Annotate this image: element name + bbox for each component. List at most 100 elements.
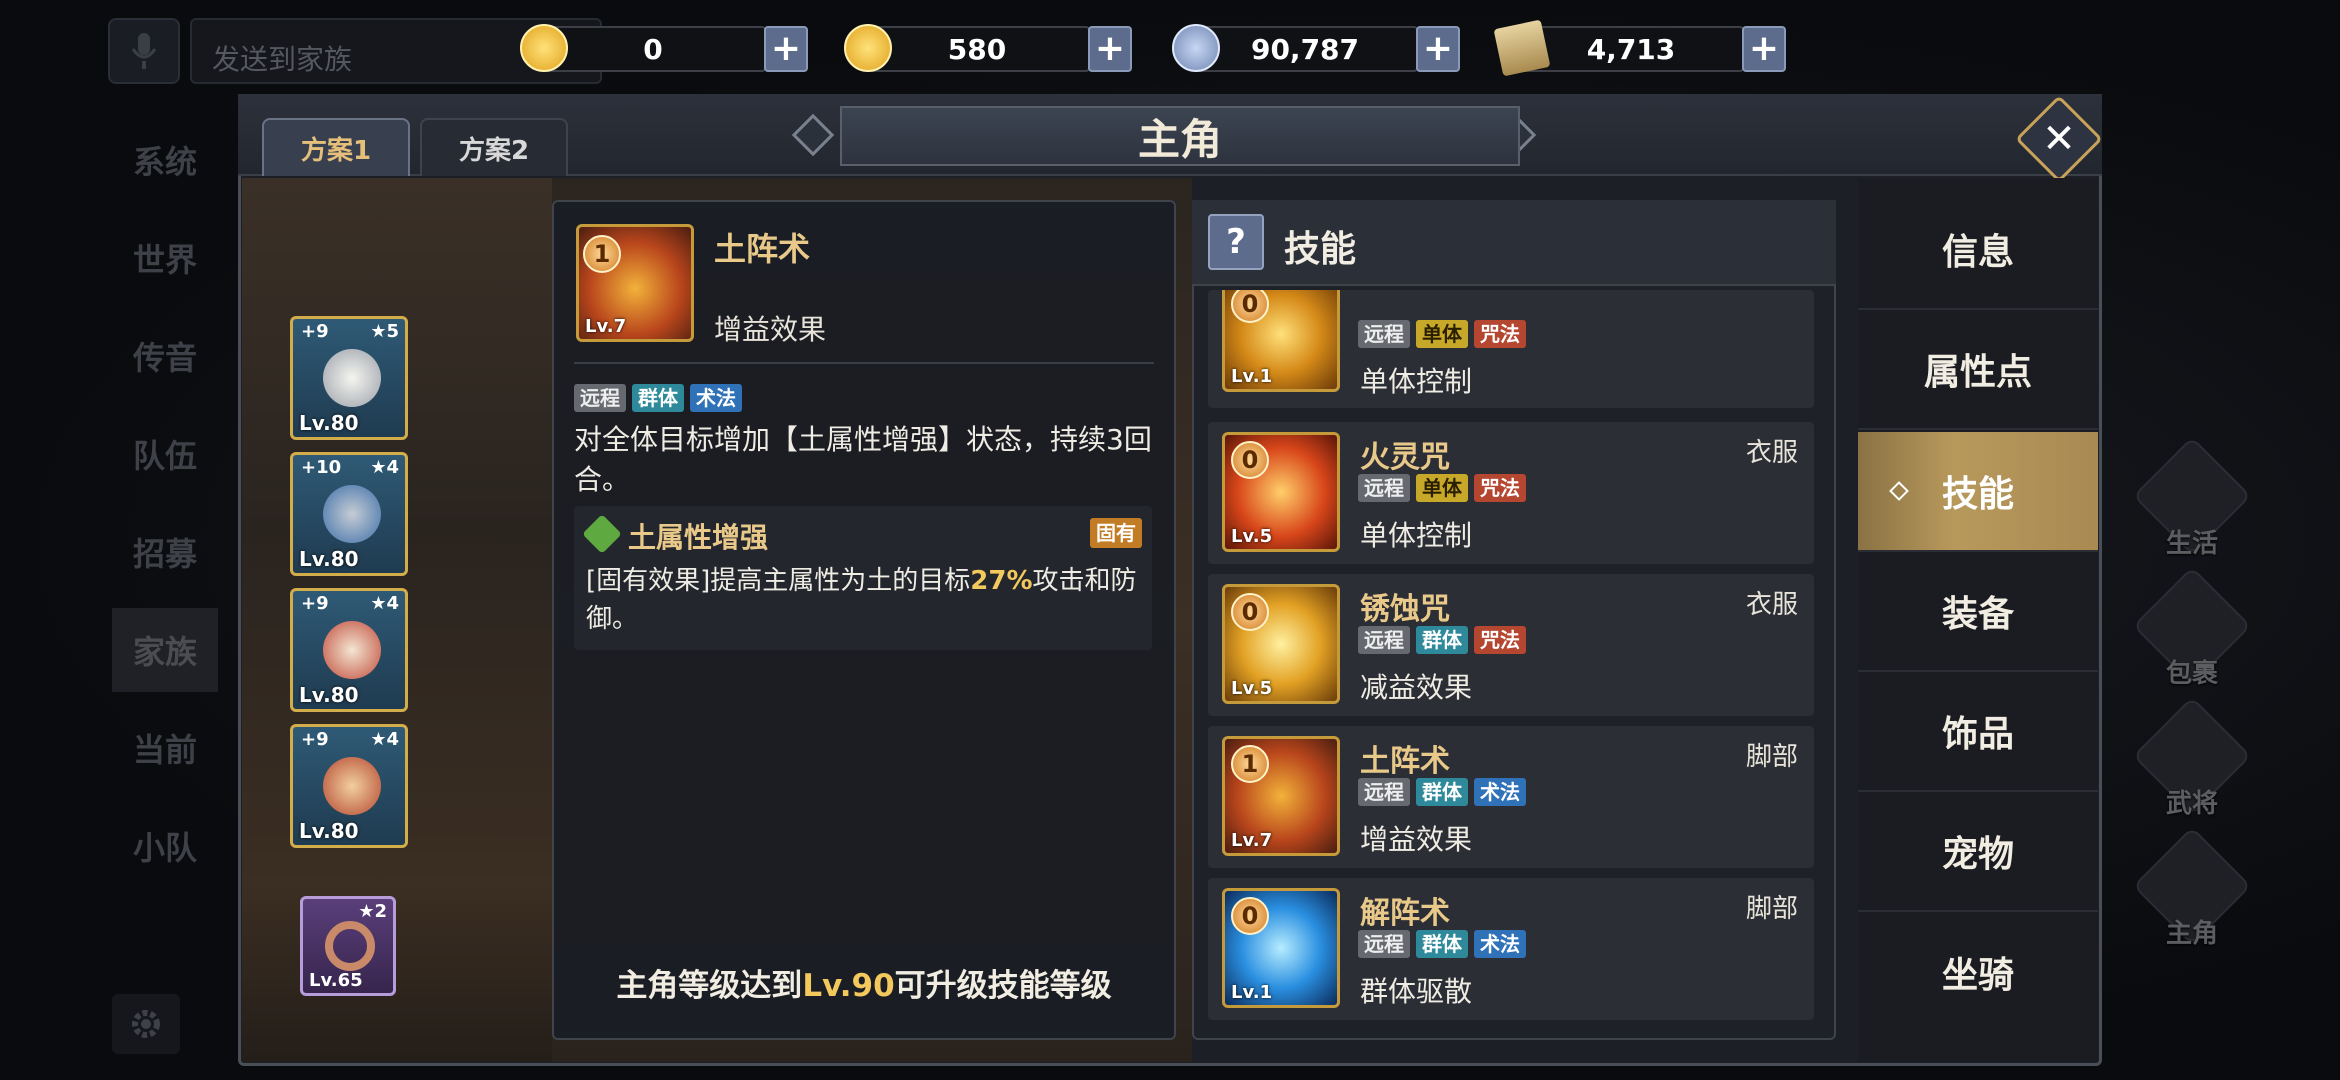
item-level: Lv.80	[299, 547, 359, 571]
add-bound-gold-button[interactable]: +	[1088, 26, 1132, 72]
bound-coin-icon	[844, 24, 892, 72]
buff-text: [固有效果]提高主属性为土的目标	[586, 566, 971, 596]
skill-level: Lv.1	[1231, 366, 1273, 387]
skill-name: 锈蚀咒	[1360, 592, 1450, 627]
channel-recruit[interactable]: 招募	[112, 510, 218, 594]
dock-label: 武将	[2165, 789, 2218, 819]
skill-effect: 减益效果	[1360, 671, 1473, 704]
skill-tags: 远程 群体 术法	[1358, 930, 1532, 958]
tag-target: 群体	[632, 384, 684, 412]
menu-pets[interactable]: 宠物	[1858, 792, 2098, 912]
skill-level: Lv.5	[1231, 678, 1273, 699]
channel-whisper[interactable]: 传音	[112, 314, 218, 398]
upgrade-requirement: 主角等级达到Lv.90可升级技能等级	[552, 960, 1176, 1005]
menu-attribute-points[interactable]: 属性点	[1858, 310, 2098, 430]
skill-slot: 脚部	[1745, 894, 1798, 924]
channel-clan[interactable]: 家族	[112, 608, 218, 692]
dispel-formation-icon: 0 Lv.1	[1222, 888, 1340, 1008]
requirement-text: 主角等级达到	[616, 968, 803, 1004]
skill-row-earth[interactable]: 1 Lv.7 土阵术 脚部 远程 群体 术法 增益效果	[1208, 726, 1814, 868]
close-icon[interactable]: ✕	[2028, 108, 2090, 170]
channel-system[interactable]: 系统	[112, 118, 218, 202]
requirement-text: 可升级技能等级	[894, 968, 1112, 1004]
item-level: Lv.80	[299, 819, 359, 843]
buff-value: 27%	[970, 566, 1033, 596]
tag-range: 远程	[574, 384, 626, 412]
dock-bag[interactable]: 包裹	[2132, 566, 2252, 690]
settings-button[interactable]	[112, 994, 180, 1054]
channel-team[interactable]: 队伍	[112, 412, 218, 496]
equipment-slot-helmet[interactable]: +10 ★4 Lv.80	[290, 452, 408, 576]
voice-button[interactable]	[108, 18, 180, 84]
add-gold-button[interactable]: +	[764, 26, 808, 72]
wind-spell-icon: 0 Lv.1	[1222, 290, 1340, 392]
skill-name: 土阵术	[1360, 744, 1450, 779]
page-title: 主角	[840, 106, 1520, 166]
star-count: ★4	[370, 593, 399, 614]
menu-accessories[interactable]: 饰品	[1858, 672, 2098, 792]
fire-spell-icon: 0 Lv.5	[1222, 432, 1340, 552]
enhance-level: +9	[301, 593, 329, 614]
skill-points-orb: 0	[1231, 593, 1269, 631]
skill-tags: 远程 群体 咒法	[1358, 626, 1532, 654]
skill-slot: 衣服	[1745, 438, 1798, 468]
gold-coin-icon	[520, 24, 568, 72]
microphone-icon	[131, 33, 157, 69]
channel-squad[interactable]: 小队	[112, 804, 218, 888]
add-silver-button[interactable]: +	[1416, 26, 1460, 72]
earth-formation-icon: 1 Lv.7	[1222, 736, 1340, 856]
tab-plan-1[interactable]: 方案1	[262, 118, 410, 176]
silver-coin-icon	[1172, 24, 1220, 72]
tag-target: 群体	[1416, 626, 1468, 654]
equipment-slot-weapon[interactable]: +9 ★5 Lv.80	[290, 316, 408, 440]
skill-row-wind[interactable]: 0 Lv.1 远程 单体 咒法 单体控制	[1208, 290, 1814, 408]
skill-points-orb: 0	[1231, 441, 1269, 479]
tab-plan-2[interactable]: 方案2	[420, 118, 568, 176]
dock-protagonist[interactable]: 主角	[2132, 826, 2252, 950]
dock-label: 包裹	[2165, 659, 2218, 689]
skill-effect: 单体控制	[1360, 519, 1473, 552]
menu-equipment[interactable]: 装备	[1858, 552, 2098, 672]
currency-gold: 0 +	[520, 24, 810, 72]
currency-value: 0	[540, 26, 766, 72]
skill-tags: 远程 群体 术法	[574, 384, 748, 412]
equipment-slot-boots[interactable]: +9 ★4 Lv.80	[290, 724, 408, 848]
currency-value: 90,787	[1192, 26, 1418, 72]
intrinsic-badge: 固有	[1090, 518, 1142, 548]
helmet-icon	[323, 485, 381, 543]
star-count: ★4	[370, 729, 399, 750]
dock-life[interactable]: 生活	[2132, 436, 2252, 560]
dock-generals[interactable]: 武将	[2132, 696, 2252, 820]
ring-icon	[325, 921, 375, 971]
tag-target: 群体	[1416, 930, 1468, 958]
skill-slot: 衣服	[1745, 590, 1798, 620]
item-level: Lv.65	[309, 970, 363, 991]
equipment-slot-armor[interactable]: +9 ★4 Lv.80	[290, 588, 408, 712]
channel-world[interactable]: 世界	[112, 216, 218, 300]
skill-row-dispel[interactable]: 0 Lv.1 解阵术 脚部 远程 群体 术法 群体驱散	[1208, 878, 1814, 1020]
menu-mounts[interactable]: 坐骑	[1858, 912, 2098, 1032]
add-scroll-button[interactable]: +	[1742, 26, 1786, 72]
skill-tags: 远程 单体 咒法	[1358, 320, 1532, 348]
accessory-slot-ring[interactable]: ★2 Lv.65	[300, 896, 396, 996]
currency-value: 4,713	[1518, 26, 1744, 72]
skill-name: 土阵术	[714, 230, 811, 268]
chat-channel-list: 系统 世界 传音 队伍 招募 家族 当前 小队	[112, 118, 218, 902]
currency-value: 580	[864, 26, 1090, 72]
skill-row-rust[interactable]: 0 Lv.5 锈蚀咒 衣服 远程 群体 咒法 减益效果	[1208, 574, 1814, 716]
tag-range: 远程	[1358, 626, 1410, 654]
skill-level: Lv.5	[1231, 526, 1273, 547]
help-button[interactable]: ?	[1208, 214, 1264, 270]
weapon-icon	[323, 349, 381, 407]
skill-tags: 远程 单体 咒法	[1358, 474, 1532, 502]
tag-type: 术法	[690, 384, 742, 412]
divider	[574, 362, 1154, 364]
armor-icon	[323, 621, 381, 679]
menu-info[interactable]: 信息	[1858, 190, 2098, 310]
skill-row-fire[interactable]: 0 Lv.5 火灵咒 衣服 远程 单体 咒法 单体控制	[1208, 422, 1814, 564]
skill-points-orb: 0	[1231, 897, 1269, 935]
channel-current[interactable]: 当前	[112, 706, 218, 790]
dock-label: 主角	[2165, 919, 2218, 949]
rust-spell-icon: 0 Lv.5	[1222, 584, 1340, 704]
tag-target: 单体	[1416, 320, 1468, 348]
